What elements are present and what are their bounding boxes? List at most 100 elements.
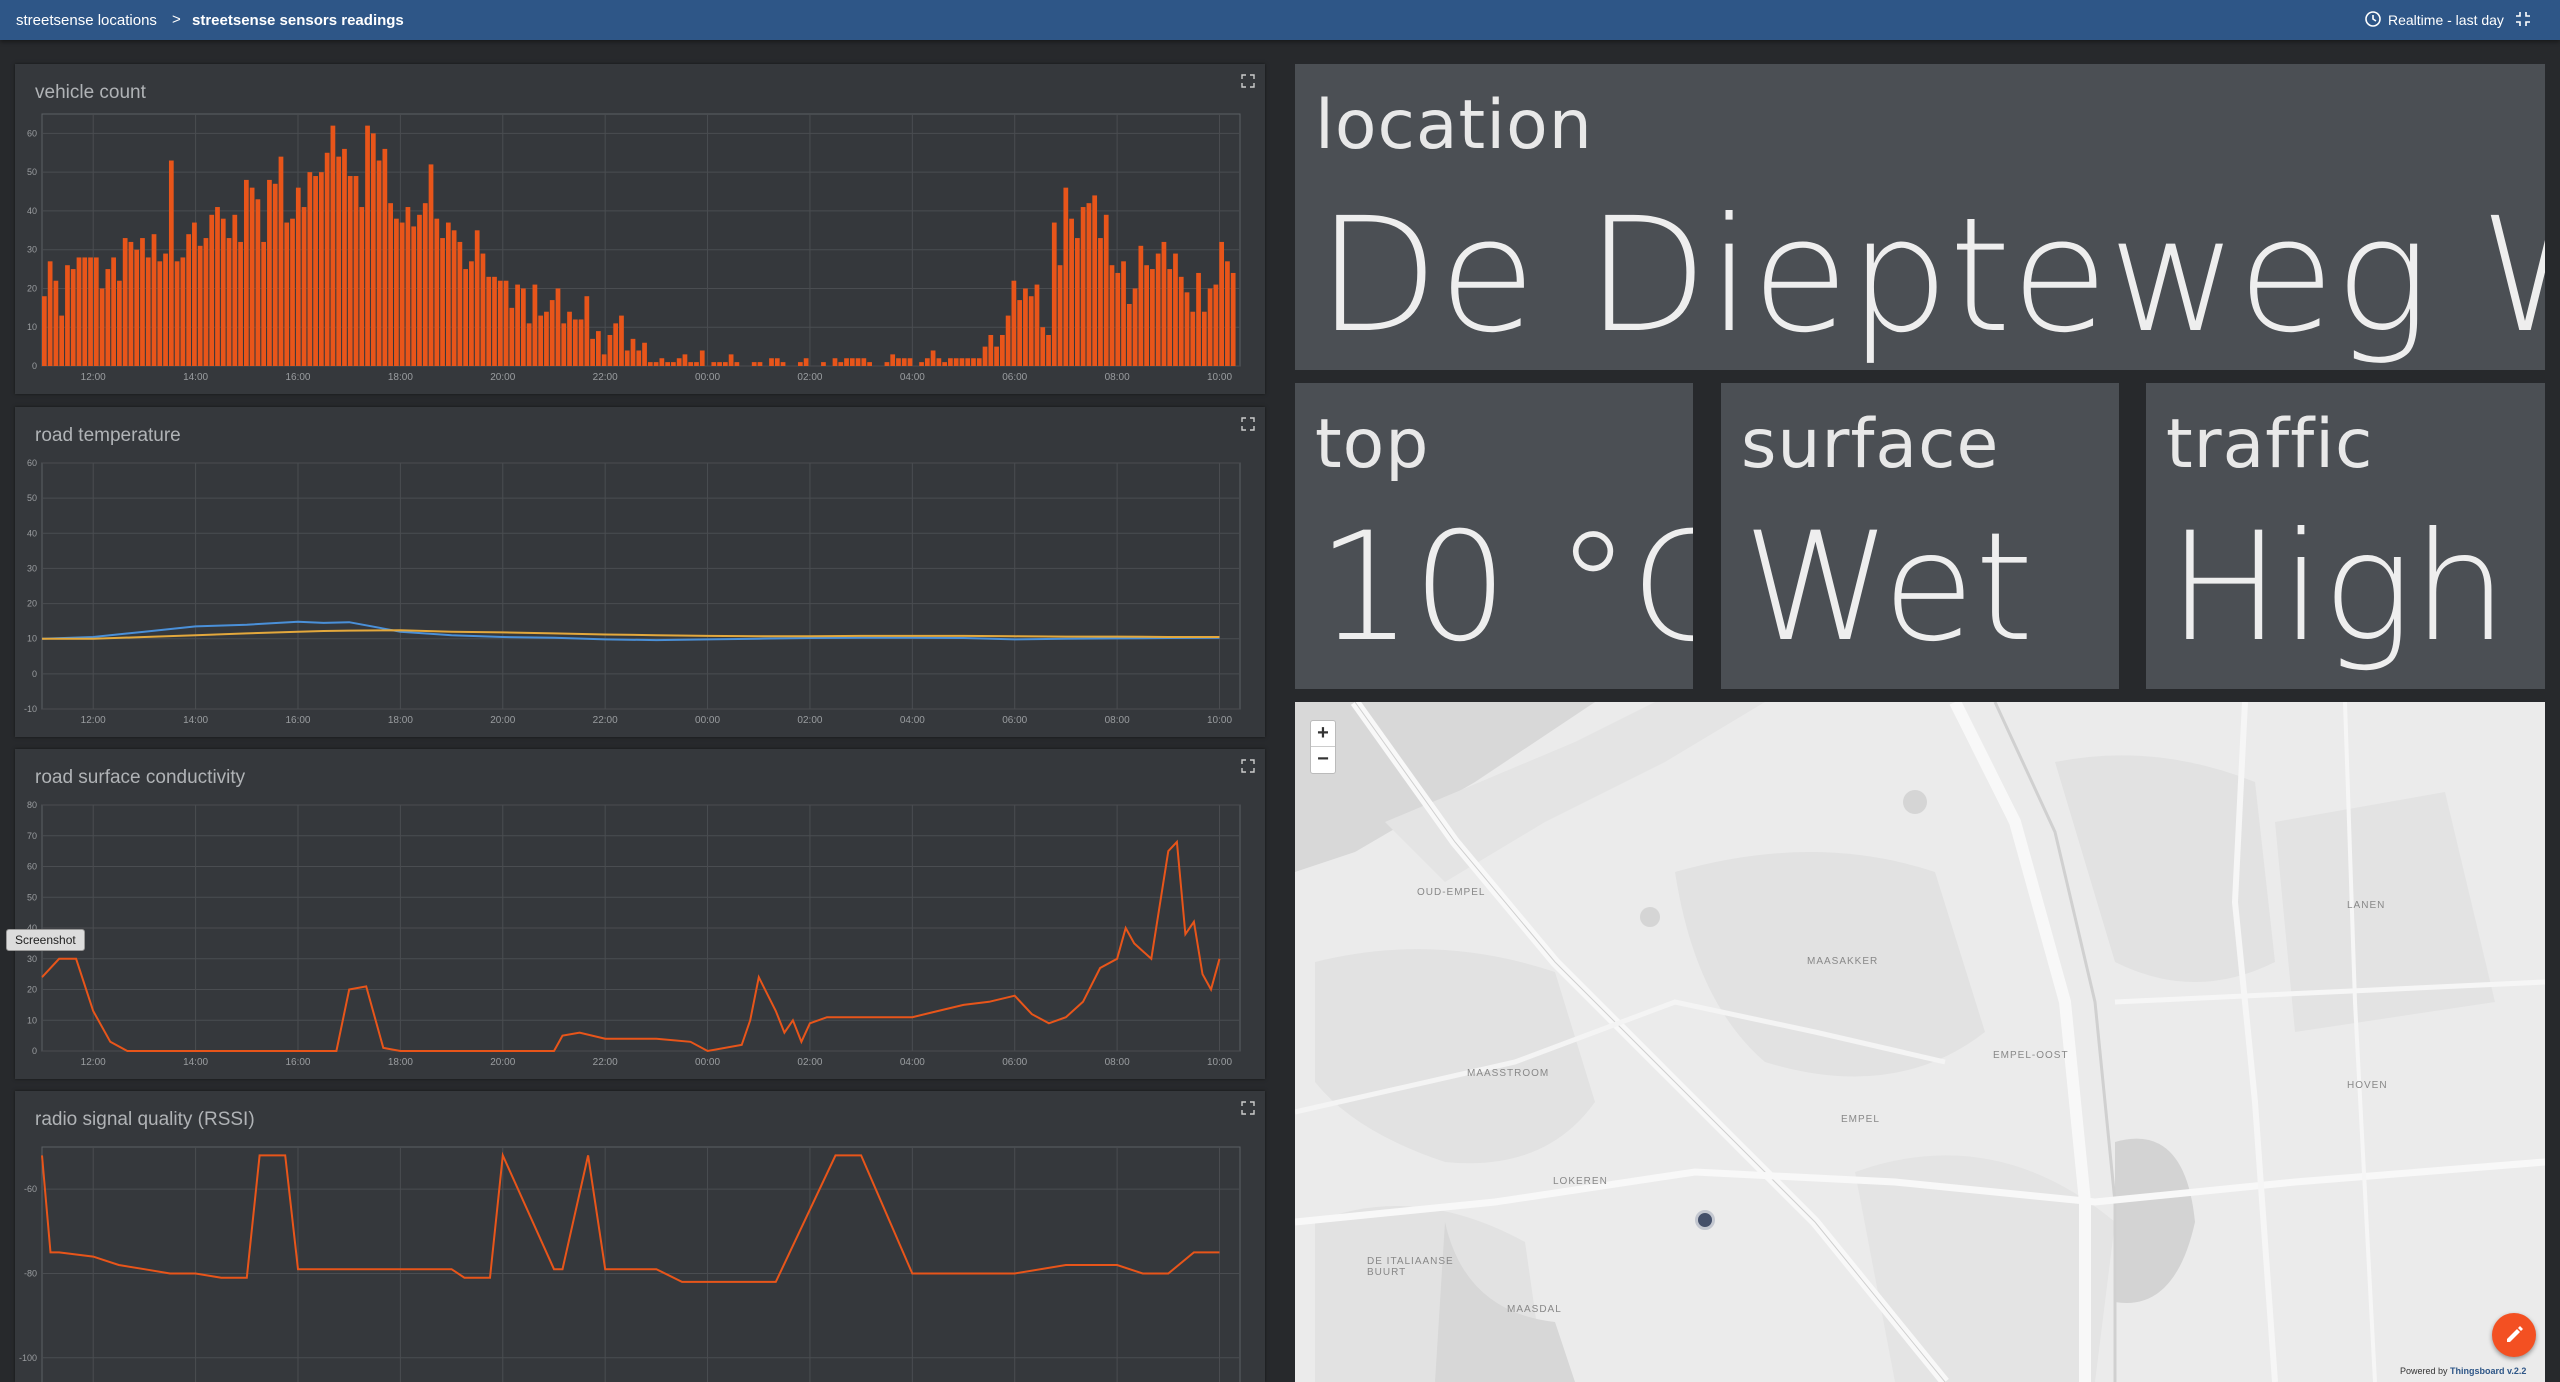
vehicle-bar: [1051, 222, 1057, 366]
vehicle-bar: [694, 362, 699, 366]
vehicle-bar: [734, 362, 740, 366]
vehicle-bar: [434, 218, 440, 366]
x-tick-label: 10:00: [1207, 1057, 1232, 1068]
screenshot-tooltip: Screenshot: [6, 929, 85, 951]
vehicle-bar: [601, 354, 607, 366]
x-tick-label: 18:00: [388, 715, 413, 726]
x-tick-label: 02:00: [797, 715, 822, 726]
vehicle-bar: [353, 176, 359, 366]
vehicle-bar: [324, 152, 330, 366]
vehicle-bar: [930, 350, 936, 366]
vehicle-bar: [936, 358, 942, 366]
location-value: De Diepteweg W>O,: [1317, 184, 2545, 368]
vehicle-bar: [220, 218, 226, 366]
y-tick-label: 80: [27, 800, 37, 810]
vehicle-bar: [70, 269, 76, 366]
vehicle-bar: [122, 238, 128, 366]
thingsboard-link[interactable]: Thingsboard v.2.2: [2450, 1366, 2526, 1376]
breadcrumb-separator: >: [172, 11, 181, 28]
vehicle-bar: [1132, 288, 1138, 366]
vehicle-bar: [1109, 265, 1115, 366]
vehicle-bar: [307, 172, 313, 366]
location-marker[interactable]: [1695, 1210, 1715, 1230]
vehicle-bar: [261, 241, 267, 366]
x-tick-label: 18:00: [388, 1057, 413, 1068]
vehicle-bar: [1017, 300, 1023, 366]
vehicle-bar: [42, 296, 47, 366]
y-tick-label: -100: [19, 1353, 37, 1363]
vehicle-bar: [1028, 296, 1034, 366]
map-place-label: LOKEREN: [1553, 1176, 1608, 1187]
vehicle-bar: [959, 358, 965, 366]
vehicle-bar: [1201, 311, 1207, 366]
x-tick-label: 04:00: [900, 715, 925, 726]
traffic-value: High: [2168, 501, 2508, 675]
map-widget[interactable]: + − OUD-EMPEL MAASAKKER MAASSTROOM EMPEL…: [1295, 702, 2545, 1382]
x-tick-label: 14:00: [183, 1057, 208, 1068]
vehicle-bar: [88, 257, 93, 366]
y-tick-label: 10: [27, 322, 37, 332]
x-tick-label: 22:00: [593, 1057, 618, 1068]
vehicle-bar: [480, 253, 486, 366]
vehicle-bar: [145, 257, 151, 366]
vehicle-bar: [243, 179, 249, 366]
zoom-out-button[interactable]: −: [1311, 747, 1335, 772]
vehicle-bar: [290, 218, 295, 366]
timewindow-label[interactable]: Realtime - last day: [2388, 12, 2504, 28]
fullscreen-icon[interactable]: [2515, 11, 2531, 27]
vehicle-bar: [451, 230, 457, 366]
vehicle-bar: [590, 338, 595, 366]
vehicle-bar: [1057, 265, 1063, 366]
vehicle-bar: [1023, 288, 1028, 366]
x-tick-label: 00:00: [695, 372, 720, 383]
y-tick-label: 60: [27, 458, 37, 468]
vehicle-bar: [440, 238, 445, 366]
vehicle-bar: [1115, 272, 1121, 366]
vehicle-bar: [994, 346, 999, 366]
vehicle-bar: [336, 156, 342, 366]
y-tick-label: 50: [27, 493, 37, 503]
x-tick-label: 16:00: [285, 372, 310, 383]
vehicle-bar: [1103, 214, 1109, 366]
vehicle-bar: [613, 323, 619, 366]
x-tick-label: 20:00: [490, 1057, 515, 1068]
vehicle-bar: [111, 257, 116, 366]
map-place-label: EMPEL: [1841, 1114, 1880, 1125]
vehicle-bar: [544, 311, 549, 366]
map-place-label: MAASSTROOM: [1467, 1068, 1550, 1079]
vehicle-bar: [584, 296, 590, 366]
vehicle-bar: [890, 354, 896, 366]
vehicle-bar: [347, 176, 353, 366]
road-temperature-panel: road temperature 60 50 40 30 20 10 0 -10 12:00 14…: [15, 407, 1265, 737]
vehicle-bar: [1144, 265, 1149, 366]
vehicle-bar: [359, 207, 365, 366]
x-tick-label: 10:00: [1207, 372, 1232, 383]
vehicle-bar: [1167, 269, 1173, 366]
x-tick-label: 20:00: [490, 372, 515, 383]
edit-button[interactable]: [2492, 1313, 2536, 1357]
vehicle-bar: [76, 257, 82, 366]
x-tick-label: 22:00: [593, 372, 618, 383]
vehicle-bar: [1040, 327, 1046, 366]
map-tiles[interactable]: [1295, 702, 2545, 1382]
vehicle-bar: [1178, 276, 1184, 366]
vehicle-bar: [988, 334, 994, 366]
vehicle-bar: [711, 362, 717, 366]
rssi-chart: -60-80-10012:0014:0016:0018:0020:0022:00…: [19, 1146, 1241, 1382]
x-tick-label: 04:00: [900, 1057, 925, 1068]
surface-value: Wet: [1743, 501, 2034, 675]
map-place-label: DE ITALIAANSE BUURT: [1367, 1256, 1454, 1278]
y-tick-label: -10: [24, 704, 37, 714]
zoom-in-button[interactable]: +: [1311, 721, 1335, 747]
vehicle-bar: [624, 350, 630, 366]
vehicle-bar: [948, 358, 953, 366]
vehicle-bar: [417, 214, 422, 366]
breadcrumb-locations[interactable]: streetsense locations: [16, 12, 157, 29]
vehicle-bar: [682, 354, 688, 366]
vehicle-bar: [561, 323, 567, 366]
clock-icon[interactable]: [2364, 10, 2382, 28]
vehicle-bar: [757, 362, 763, 366]
vehicle-bar: [538, 315, 544, 366]
vehicle-bar: [965, 358, 971, 366]
vehicle-bar: [1121, 261, 1126, 366]
